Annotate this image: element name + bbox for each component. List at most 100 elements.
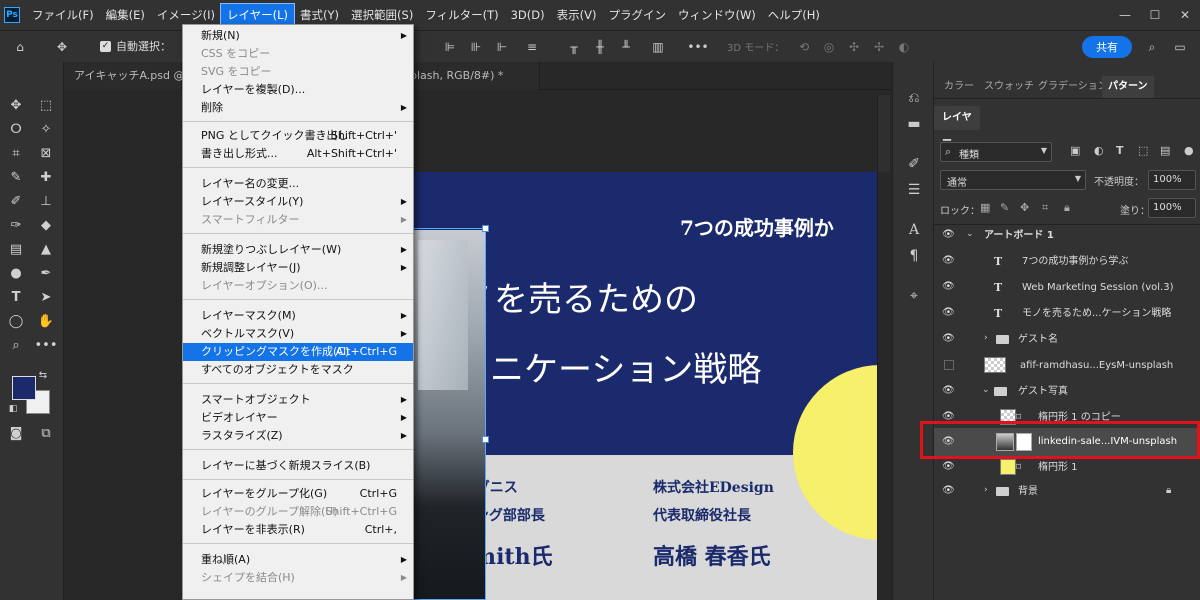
minimize-icon[interactable]: — — [1110, 0, 1140, 30]
blend-mode-select[interactable]: 通常 ▼ — [940, 170, 1086, 190]
menu-item-new-layer-slice[interactable]: レイヤーに基づく新規スライス(B) — [183, 457, 413, 475]
menu-item-ungroup-layers[interactable]: レイヤーのグループ解除(U) Shift+Ctrl+G — [183, 503, 413, 521]
layer-row-group[interactable]: 👁︎ › 背景 🔒︎ — [934, 479, 1200, 504]
menu-item-rasterize[interactable]: ラスタライズ(Z) ▶ — [183, 427, 413, 445]
menu-item-layer-options[interactable]: レイヤーオプション(O)... — [183, 277, 413, 295]
opacity-input[interactable]: 100% — [1148, 170, 1196, 190]
pen-tool-icon[interactable]: ✒ — [34, 262, 58, 284]
lasso-tool-icon[interactable]: ⵔ — [4, 118, 28, 140]
chevron-right-icon[interactable]: › — [984, 333, 988, 343]
menu-image[interactable]: イメージ(I) — [151, 4, 221, 26]
menu-file[interactable]: ファイル(F) — [26, 4, 100, 26]
lock-artboard-icon[interactable]: ⌗ — [1042, 201, 1048, 215]
tab-layers[interactable]: レイヤー — [934, 106, 980, 147]
visibility-eye-icon[interactable]: 👁︎ — [942, 333, 956, 345]
menu-item-video-layers[interactable]: ビデオレイヤー ▶ — [183, 409, 413, 427]
filter-pixel-icon[interactable]: ▣ — [1070, 144, 1080, 157]
menu-item-layer-mask[interactable]: レイヤーマスク(M) ▶ — [183, 307, 413, 325]
quick-mask-icon[interactable]: ◙ — [4, 422, 28, 444]
search-icon[interactable]: ⌕ — [1142, 37, 1162, 57]
menu-filter[interactable]: フィルター(T) — [419, 4, 504, 26]
history-brush-icon[interactable]: ✑ — [4, 214, 28, 236]
eyedropper-icon[interactable]: ✎ — [4, 166, 28, 188]
move-tool-icon[interactable]: ✥ — [4, 94, 28, 116]
visibility-toggle-empty[interactable] — [944, 360, 954, 370]
menu-edit[interactable]: 編集(E) — [100, 4, 151, 26]
visibility-eye-icon[interactable]: 👁︎ — [942, 229, 956, 241]
layer-row-image[interactable]: afif-ramdhasu...EysM-unsplash — [934, 353, 1200, 378]
lock-position-icon[interactable]: ✥ — [1020, 201, 1029, 214]
workspace-icon[interactable]: ▭ — [1170, 37, 1190, 57]
menu-type[interactable]: 書式(Y) — [294, 4, 345, 26]
layer-row-text[interactable]: 👁︎ T モノを売るため...ケーション戦略 — [934, 301, 1200, 326]
brush-settings-icon[interactable]: ✐ — [903, 154, 925, 174]
swap-colors-icon[interactable]: ⇆ — [36, 368, 50, 382]
dodge-tool-icon[interactable]: ● — [4, 262, 28, 284]
auto-select-checkbox[interactable]: ✓ — [100, 41, 111, 52]
crop-tool-icon[interactable]: ⌗ — [4, 142, 28, 164]
visibility-eye-icon[interactable]: 👁︎ — [942, 307, 956, 319]
align-right-icon[interactable]: ⊩ — [492, 37, 512, 57]
transform-handle[interactable] — [482, 436, 489, 443]
align-center-icon[interactable]: ⊪ — [466, 37, 486, 57]
visibility-eye-icon[interactable]: 👁︎ — [942, 281, 956, 293]
chevron-down-icon[interactable]: ⌄ — [982, 385, 990, 395]
menu-select[interactable]: 選択範囲(S) — [345, 4, 419, 26]
3d-roll-icon[interactable]: ◎ — [820, 37, 838, 57]
tab-document-2[interactable]: plash, RGB/8#) * — [400, 62, 540, 90]
eraser-tool-icon[interactable]: ◆ — [34, 214, 58, 236]
filter-type-icon[interactable]: T — [1116, 144, 1124, 157]
zoom-tool-icon[interactable]: ⌕ — [4, 334, 28, 356]
menu-view[interactable]: 表示(V) — [551, 4, 603, 26]
layer-filter-select[interactable]: ⌕ 種類 ▼ — [940, 142, 1052, 162]
default-colors-icon[interactable]: ◧ — [6, 402, 20, 416]
tab-color[interactable]: カラー — [938, 76, 980, 98]
more-tools-icon[interactable]: ••• — [34, 334, 58, 356]
share-button[interactable]: 共有 — [1082, 36, 1132, 58]
distribute-icon[interactable]: ▥ — [648, 37, 668, 57]
menu-window[interactable]: ウィンドウ(W) — [672, 4, 762, 26]
lock-pixels-icon[interactable]: ✎ — [1000, 201, 1009, 214]
menu-item-combine-shapes[interactable]: シェイプを結合(H) ▶ — [183, 569, 413, 587]
align-top-icon[interactable]: ╥ — [564, 37, 584, 57]
menu-item-arrange[interactable]: 重ね順(A) ▶ — [183, 551, 413, 569]
menu-plugins[interactable]: プラグイン — [602, 4, 672, 26]
menu-item-vector-mask[interactable]: ベクトルマスク(V) ▶ — [183, 325, 413, 343]
menu-item-layer-style[interactable]: レイヤースタイル(Y) ▶ — [183, 193, 413, 211]
transform-handle[interactable] — [482, 225, 489, 232]
paragraph-icon[interactable]: ¶ — [903, 246, 925, 266]
menu-item-smart-objects[interactable]: スマートオブジェクト ▶ — [183, 391, 413, 409]
visibility-eye-icon[interactable]: 👁︎ — [942, 485, 956, 497]
menu-item-quick-export-png[interactable]: PNG としてクイック書き出し Shift+Ctrl+' — [183, 127, 413, 145]
close-icon[interactable]: ✕ — [1170, 0, 1200, 30]
fill-input[interactable]: 100% — [1148, 198, 1196, 218]
menu-item-hide-layers[interactable]: レイヤーを非表示(R) Ctrl+, — [183, 521, 413, 539]
align-middle-icon[interactable]: ≡ — [522, 37, 542, 57]
foreground-color-swatch[interactable] — [12, 376, 36, 400]
ellipse-tool-icon[interactable]: ◯ — [4, 310, 28, 332]
menu-item-new-fill-layer[interactable]: 新規塗りつぶしレイヤー(W) ▶ — [183, 241, 413, 259]
magic-wand-icon[interactable]: ✧ — [34, 118, 58, 140]
align-bottom-icon[interactable]: ╨ — [616, 37, 636, 57]
align-left-icon[interactable]: ⊫ — [440, 37, 460, 57]
menu-item-delete[interactable]: 削除 ▶ — [183, 99, 413, 117]
menu-help[interactable]: ヘルプ(H) — [762, 4, 826, 26]
maximize-icon[interactable]: ☐ — [1140, 0, 1170, 30]
filter-smart-object-icon[interactable]: ▤ — [1160, 144, 1170, 157]
chevron-down-icon[interactable]: ⌄ — [966, 229, 974, 239]
visibility-eye-icon[interactable]: 👁︎ — [942, 255, 956, 267]
filter-shape-icon[interactable]: ⬚ — [1138, 144, 1148, 157]
visibility-eye-icon[interactable]: 👁︎ — [942, 461, 956, 473]
lock-all-icon[interactable]: 🔒︎ — [1064, 201, 1070, 215]
gradient-tool-icon[interactable]: ▤ — [4, 238, 28, 260]
move-tool-icon[interactable]: ✥ — [50, 37, 74, 57]
menu-item-new[interactable]: 新規(N) ▶ — [183, 27, 413, 45]
3d-camera-icon[interactable]: ◐ — [895, 37, 913, 57]
type-tool-icon[interactable]: T — [4, 286, 28, 308]
layer-row-artboard[interactable]: 👁︎ ⌄ アートボード 1 — [934, 223, 1200, 248]
healing-brush-icon[interactable]: ✚ — [34, 166, 58, 188]
menu-item-mask-all-objects[interactable]: すべてのオブジェクトをマスク — [183, 361, 413, 379]
menu-item-smart-filter[interactable]: スマートフィルター ▶ — [183, 211, 413, 229]
menu-layer[interactable]: レイヤー(L) — [219, 3, 296, 27]
tab-patterns[interactable]: パターン — [1102, 76, 1154, 98]
